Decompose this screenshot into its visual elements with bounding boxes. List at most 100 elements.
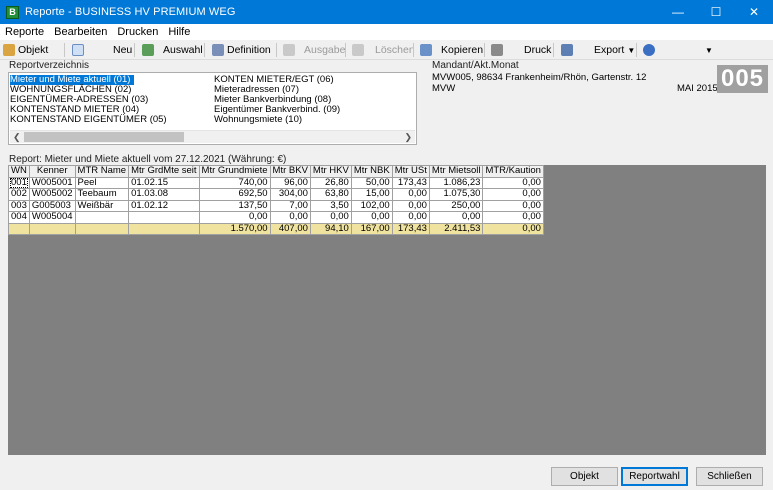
menu-bearbeiten[interactable]: Bearbeiten [49,26,112,38]
loeschen-toolbar-button[interactable]: Löschen [352,42,415,58]
cell[interactable]: 15,00 [350,188,393,201]
cell[interactable]: 26,80 [309,176,352,189]
cell[interactable]: Weißbär [74,199,130,212]
cell[interactable]: W005001 [28,176,76,189]
col-mietsoll[interactable]: Mtr Mietsoll [428,165,484,178]
cell[interactable]: W005004 [28,211,76,224]
table-row[interactable]: 003 G005003 Weißbär 01.02.12 137,50 7,00… [8,199,544,212]
cell[interactable]: 004 [8,211,30,224]
col-ust[interactable]: Mtr USt [391,165,430,178]
table-row[interactable]: 001 W005001 Peel 01.02.15 740,00 96,00 2… [8,176,544,189]
neu-toolbar-button[interactable]: Neu [72,42,132,58]
cell[interactable]: 137,50 [198,199,271,212]
cell[interactable]: 173,43 [391,222,430,235]
cell[interactable]: 7,00 [269,199,311,212]
cell[interactable]: 003 [8,199,30,212]
horizontal-scrollbar[interactable]: ❮ ❯ [10,130,415,143]
cell[interactable]: 173,43 [391,176,430,189]
cell[interactable]: 1.086,23 [428,176,484,189]
cell[interactable]: 01.03.08 [128,188,200,201]
menu-drucken[interactable]: Drucken [112,26,163,38]
report-grid-area[interactable]: WN Kenner MTR Name Mtr GrdMte seit Mtr G… [8,165,766,455]
cell[interactable]: 0,00 [391,199,430,212]
cell[interactable]: 0,00 [269,211,311,224]
scroll-right-icon[interactable]: ❯ [404,131,412,143]
cell[interactable]: 692,50 [198,188,271,201]
cell[interactable]: 0,00 [309,211,352,224]
col-kaution[interactable]: MTR/Kaution [482,165,544,178]
cell[interactable]: 0,00 [198,211,271,224]
cell[interactable]: W005002 [28,188,76,201]
col-mtr-name[interactable]: MTR Name [74,165,130,178]
kopieren-toolbar-button[interactable]: Kopieren [420,42,483,58]
ausgabe-toolbar-button[interactable]: Ausgabe [283,42,345,58]
cell[interactable]: 01.02.15 [128,176,200,189]
cell[interactable]: 96,00 [269,176,311,189]
cell[interactable]: 0,00 [482,188,544,201]
druck-toolbar-button[interactable]: Druck [491,42,551,58]
col-wn[interactable]: WN [8,165,30,178]
toolbar-overflow-button[interactable]: ▼ [705,42,713,58]
definition-toolbar-button[interactable]: Definition [212,42,271,58]
cell[interactable] [128,222,200,235]
menu-hilfe[interactable]: Hilfe [163,26,195,38]
cell[interactable]: 0,00 [391,188,430,201]
close-icon[interactable]: ✕ [735,0,773,24]
cell[interactable] [8,222,30,235]
cell[interactable] [128,211,200,224]
objekt-button[interactable]: Objekt [551,467,618,486]
cell[interactable]: 1.570,00 [198,222,271,235]
help-toolbar-button[interactable] [643,42,655,58]
objekt-toolbar-button[interactable]: Objekt [3,42,48,58]
report-list[interactable]: Mieter und Miete aktuell (01) WOHNUNGSFL… [8,72,417,145]
cell[interactable]: 0,00 [482,211,544,224]
menu-reporte[interactable]: Reporte [0,26,49,38]
cell[interactable]: 167,00 [350,222,393,235]
table-row[interactable]: 004 W005004 0,00 0,00 0,00 0,00 0,00 0,0… [8,211,544,224]
maximize-icon[interactable]: ☐ [697,0,735,24]
table-row[interactable]: 002 W005002 Teebaum 01.03.08 692,50 304,… [8,188,544,201]
cell[interactable]: 0,00 [482,199,544,212]
cell[interactable]: 0,00 [391,211,430,224]
cell[interactable]: 0,00 [482,176,544,189]
totals-row[interactable]: 1.570,00 407,00 94,10 167,00 173,43 2.41… [8,222,544,235]
cell[interactable]: 63,80 [309,188,352,201]
cell[interactable]: 3,50 [309,199,352,212]
cell[interactable]: 407,00 [269,222,311,235]
auswahl-toolbar-button[interactable]: Auswahl [142,42,203,58]
cell[interactable]: 0,00 [482,222,544,235]
cell[interactable]: 001 [8,176,30,189]
cell[interactable]: 94,10 [309,222,352,235]
col-grundmiete[interactable]: Mtr Grundmiete [198,165,271,178]
cell[interactable]: 002 [8,188,30,201]
schliessen-button[interactable]: Schließen [696,467,763,486]
cell[interactable]: Teebaum [74,188,130,201]
cell[interactable]: 102,00 [350,199,393,212]
cell[interactable]: 0,00 [428,211,484,224]
report-item-05[interactable]: KONTENSTAND EIGENTÜMER (05) [10,115,167,125]
col-kenner[interactable]: Kenner [28,165,76,178]
report-table[interactable]: WN Kenner MTR Name Mtr GrdMte seit Mtr G… [8,165,544,235]
report-item-10[interactable]: Wohnungsmiete (10) [214,115,302,125]
cell[interactable] [74,222,130,235]
cell[interactable]: 2.411,53 [428,222,484,235]
col-nbk[interactable]: Mtr NBK [350,165,393,178]
cell[interactable]: Peel [74,176,130,189]
cell[interactable]: 0,00 [350,211,393,224]
scrollbar-thumb[interactable] [24,132,184,142]
col-hkv[interactable]: Mtr HKV [309,165,352,178]
cell[interactable]: 740,00 [198,176,271,189]
cell[interactable]: G005003 [28,199,76,212]
minimize-icon[interactable]: — [659,0,697,24]
export-toolbar-button[interactable]: Export ▼ [561,42,635,58]
cell[interactable] [74,211,130,224]
cell[interactable]: 50,00 [350,176,393,189]
col-grdmte-seit[interactable]: Mtr GrdMte seit [128,165,200,178]
col-bkv[interactable]: Mtr BKV [269,165,311,178]
cell[interactable]: 304,00 [269,188,311,201]
cell[interactable]: 250,00 [428,199,484,212]
cell[interactable]: 01.02.12 [128,199,200,212]
scroll-left-icon[interactable]: ❮ [13,131,21,143]
reportwahl-button[interactable]: Reportwahl [621,467,688,486]
cell[interactable]: 1.075,30 [428,188,484,201]
